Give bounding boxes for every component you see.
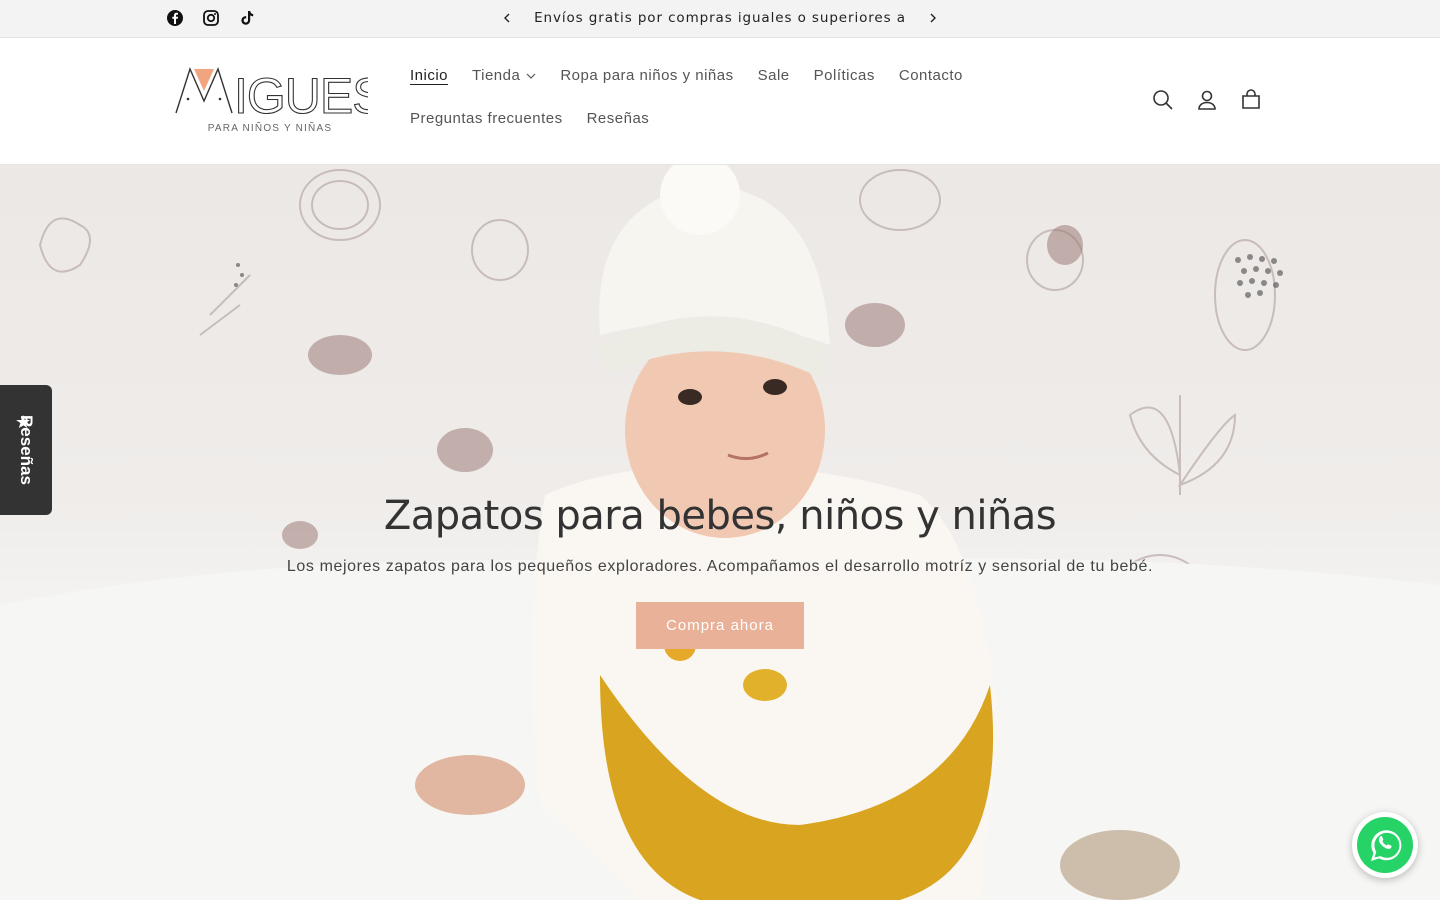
announcement-bar: Envíos gratis por compras iguales o supe…: [0, 0, 1440, 38]
whatsapp-button[interactable]: [1352, 812, 1418, 878]
logo[interactable]: IGUES PARA NIÑOS Y NIÑAS: [172, 63, 386, 139]
nav-item-tienda-label: Tienda: [472, 67, 521, 84]
nav-item-sale[interactable]: Sale: [758, 67, 790, 84]
nav-item-ropa[interactable]: Ropa para niños y niñas: [560, 67, 733, 84]
cart-icon[interactable]: [1240, 89, 1262, 111]
nav-item-politicas[interactable]: Políticas: [814, 67, 875, 84]
nav-item-tienda[interactable]: Tienda: [472, 67, 536, 84]
logo-mark: IGUES: [175, 67, 386, 125]
search-icon[interactable]: [1152, 89, 1174, 111]
svg-text:IGUES: IGUES: [234, 68, 368, 123]
chevron-down-icon: [526, 73, 536, 79]
hero-banner: Zapatos para bebes, niños y niñas Los me…: [0, 165, 1440, 900]
account-icon[interactable]: [1196, 89, 1218, 111]
hero-title: Zapatos para bebes, niños y niñas: [383, 493, 1057, 539]
nav-item-contacto[interactable]: Contacto: [899, 67, 963, 84]
reviews-tab-label: Reseñas: [17, 415, 36, 485]
site-header: IGUES PARA NIÑOS Y NIÑAS Inicio Tienda R…: [0, 39, 1440, 165]
hero-subtitle: Los mejores zapatos para los pequeños ex…: [286, 558, 1154, 575]
nav-item-inicio[interactable]: Inicio: [410, 67, 448, 84]
logo-subtitle: PARA NIÑOS Y NIÑAS: [207, 123, 333, 134]
whatsapp-icon: [1357, 817, 1413, 873]
shop-now-button[interactable]: Compra ahora: [636, 602, 804, 649]
main-nav: Inicio Tienda Ropa para niños y niñas Sa…: [410, 67, 970, 153]
nav-item-faq[interactable]: Preguntas frecuentes: [410, 110, 563, 127]
header-icons: [1152, 89, 1262, 111]
announcement-text: Envíos gratis por compras iguales o supe…: [534, 10, 906, 26]
chevron-right-icon: [930, 13, 936, 23]
announcement-next-button[interactable]: [925, 9, 941, 27]
reviews-tab[interactable]: ★ Reseñas: [0, 385, 52, 515]
nav-item-resenas[interactable]: Reseñas: [587, 110, 650, 127]
